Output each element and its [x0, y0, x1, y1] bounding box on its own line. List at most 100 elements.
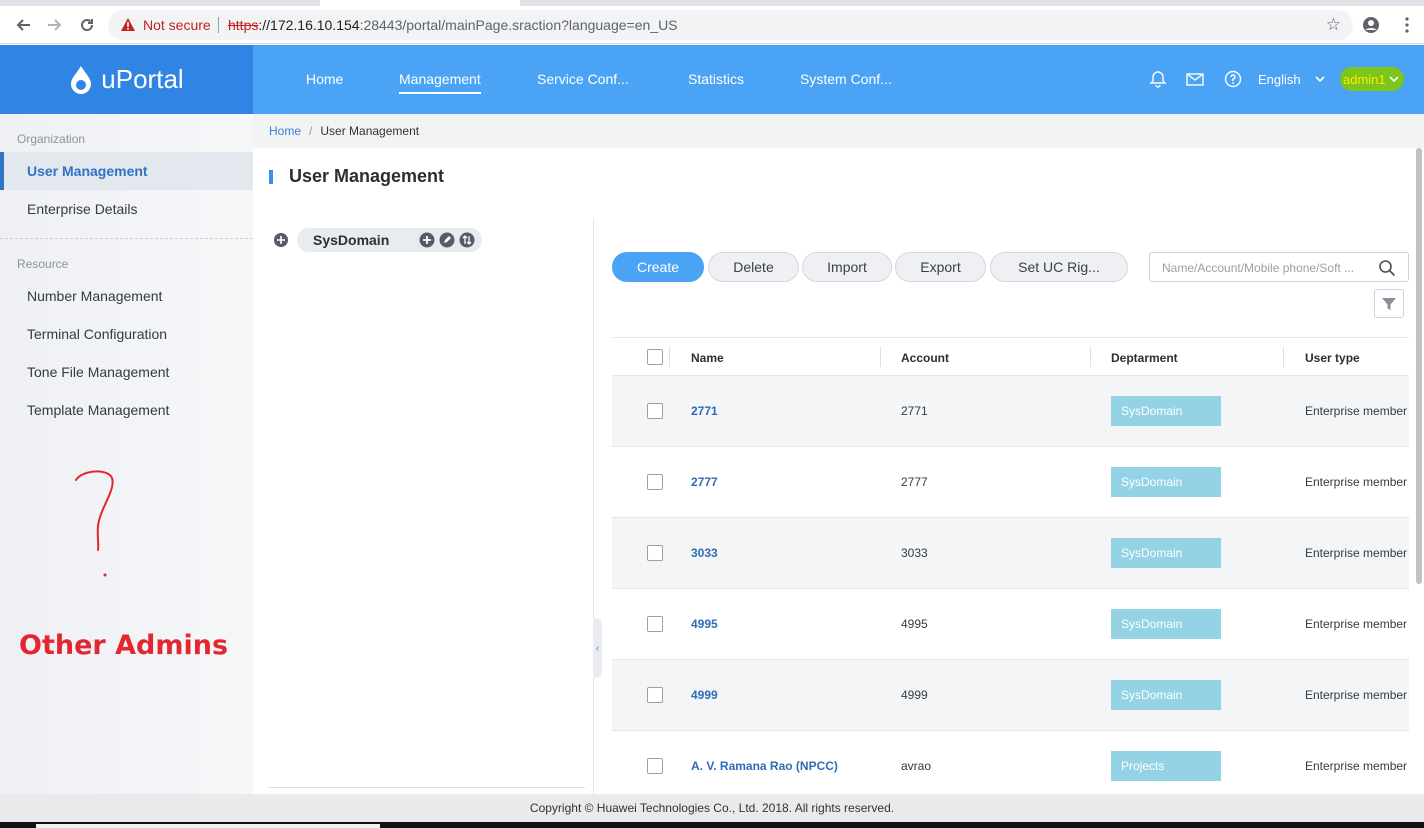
bell-icon[interactable]: [1149, 70, 1167, 88]
url-host: ://172.16.10.154: [258, 17, 360, 33]
table-row[interactable]: 4995 4995 SysDomain Enterprise member: [612, 589, 1409, 660]
omnibox-separator: [218, 17, 219, 33]
set-uc-rights-button[interactable]: Set UC Rig...: [990, 252, 1128, 282]
user-account: 4999: [901, 688, 928, 702]
user-type: Enterprise member: [1305, 759, 1408, 773]
browser-window: Not secure https://172.16.10.154:28443/p…: [0, 0, 1424, 828]
user-type: Enterprise member: [1305, 688, 1408, 702]
sort-node-icon[interactable]: [459, 232, 475, 248]
user-account: avrao: [901, 759, 932, 773]
panel-divider: [593, 218, 594, 794]
help-icon[interactable]: [1224, 70, 1242, 88]
nav-management[interactable]: Management: [399, 45, 481, 114]
export-button[interactable]: Export: [895, 252, 986, 282]
user-menu[interactable]: admin1: [1343, 45, 1386, 114]
row-checkbox[interactable]: [647, 687, 663, 703]
nav-home[interactable]: Home: [306, 45, 343, 114]
user-name-link[interactable]: 4999: [691, 688, 718, 702]
vertical-scrollbar[interactable]: [1416, 148, 1422, 584]
user-name-link[interactable]: 2771: [691, 404, 718, 418]
add-node-icon[interactable]: [419, 232, 435, 248]
forward-icon[interactable]: [42, 12, 68, 38]
column-header-user-type[interactable]: User type: [1305, 338, 1360, 377]
drop-logo-icon: [71, 65, 92, 94]
chevron-down-icon[interactable]: [1314, 73, 1326, 85]
user-name-link[interactable]: 3033: [691, 546, 718, 560]
sidebar-item-enterprise-details[interactable]: Enterprise Details: [0, 190, 253, 228]
column-separator: [880, 347, 881, 367]
row-checkbox[interactable]: [647, 474, 663, 490]
page-title: User Management: [289, 166, 445, 186]
search-icon[interactable]: [1378, 259, 1396, 277]
sidebar-item-tone-file-management[interactable]: Tone File Management: [0, 353, 253, 391]
bookmark-star-icon[interactable]: ☆: [1326, 15, 1341, 35]
search-box: [1149, 252, 1409, 282]
footer-copyright: Copyright © Huawei Technologies Co., Ltd…: [0, 794, 1424, 822]
sidebar-divider: [0, 238, 253, 239]
profile-icon[interactable]: [1358, 12, 1384, 38]
delete-button[interactable]: Delete: [708, 252, 799, 282]
chevron-left-icon: ‹: [595, 642, 600, 654]
department-tag: SysDomain: [1111, 680, 1221, 710]
user-chevron-down-icon[interactable]: [1388, 73, 1400, 85]
table-row[interactable]: 4999 4999 SysDomain Enterprise member: [612, 660, 1409, 731]
nav-system-configuration[interactable]: System Conf...: [800, 45, 892, 114]
tree-node-label[interactable]: SysDomain: [313, 232, 389, 248]
url-text[interactable]: https://172.16.10.154:28443/portal/mainP…: [228, 17, 678, 33]
import-button[interactable]: Import: [802, 252, 892, 282]
column-separator: [1090, 347, 1091, 367]
filter-icon: [1382, 297, 1396, 310]
user-account: 3033: [901, 546, 928, 560]
column-header-department[interactable]: Deptarment: [1111, 338, 1178, 377]
sidebar-group-organization: Organization: [17, 132, 86, 146]
row-checkbox[interactable]: [647, 758, 663, 774]
row-checkbox[interactable]: [647, 403, 663, 419]
column-header-name[interactable]: Name: [691, 338, 724, 377]
breadcrumb-home[interactable]: Home: [269, 124, 301, 138]
user-type: Enterprise member: [1305, 475, 1408, 489]
create-button[interactable]: Create: [612, 252, 704, 282]
user-type: Enterprise member: [1305, 617, 1408, 631]
back-icon[interactable]: [10, 12, 36, 38]
row-checkbox[interactable]: [647, 616, 663, 632]
sidebar-item-template-management[interactable]: Template Management: [0, 391, 253, 429]
table-row[interactable]: A. V. Ramana Rao (NPCC) avrao Projects E…: [612, 731, 1409, 794]
address-bar[interactable]: Not secure https://172.16.10.154:28443/p…: [108, 10, 1353, 40]
sidebar-item-terminal-configuration[interactable]: Terminal Configuration: [0, 315, 253, 353]
sidebar-item-user-management[interactable]: User Management: [0, 152, 253, 190]
row-checkbox[interactable]: [647, 545, 663, 561]
tree-node-sysdomain[interactable]: SysDomain: [273, 228, 482, 252]
user-name-link[interactable]: A. V. Ramana Rao (NPCC): [691, 759, 838, 773]
taskbar-item[interactable]: [36, 824, 380, 828]
department-tag: Projects: [1111, 751, 1221, 781]
app-header: uPortal Home Management Service Conf... …: [0, 45, 1424, 114]
user-name-link[interactable]: 4995: [691, 617, 718, 631]
logo[interactable]: uPortal: [0, 45, 253, 114]
url-path: :28443/portal/mainPage.sraction?language…: [359, 17, 678, 33]
reload-icon[interactable]: [74, 12, 100, 38]
user-account: 4995: [901, 617, 928, 631]
sidebar-item-number-management[interactable]: Number Management: [0, 277, 253, 315]
language-selector[interactable]: English: [1258, 45, 1301, 114]
mail-icon[interactable]: [1186, 70, 1204, 88]
table-row[interactable]: 2771 2771 SysDomain Enterprise member: [612, 376, 1409, 447]
edit-node-icon[interactable]: [439, 232, 455, 248]
nav-statistics[interactable]: Statistics: [688, 45, 744, 114]
select-all-checkbox[interactable]: [647, 349, 663, 365]
user-name-link[interactable]: 2777: [691, 475, 718, 489]
taskbar: [0, 822, 1424, 828]
breadcrumb-current: User Management: [320, 124, 420, 138]
annotation-other-admins: Other Admins: [19, 630, 229, 661]
search-input[interactable]: [1162, 259, 1362, 277]
sidebar: Organization User Management Enterprise …: [0, 114, 253, 794]
filter-button[interactable]: [1374, 289, 1404, 318]
expand-icon[interactable]: [273, 232, 289, 248]
table-row[interactable]: 3033 3033 SysDomain Enterprise member: [612, 518, 1409, 589]
collapse-panel-handle[interactable]: ‹: [593, 618, 602, 678]
nav-service-configuration[interactable]: Service Conf...: [537, 45, 629, 114]
table-row[interactable]: 2777 2777 SysDomain Enterprise member: [612, 447, 1409, 518]
menu-dots-icon[interactable]: [1394, 12, 1420, 38]
not-secure-label[interactable]: Not secure: [143, 17, 211, 33]
tree-panel-bottom: [269, 787, 585, 793]
column-header-account[interactable]: Account: [901, 338, 949, 377]
